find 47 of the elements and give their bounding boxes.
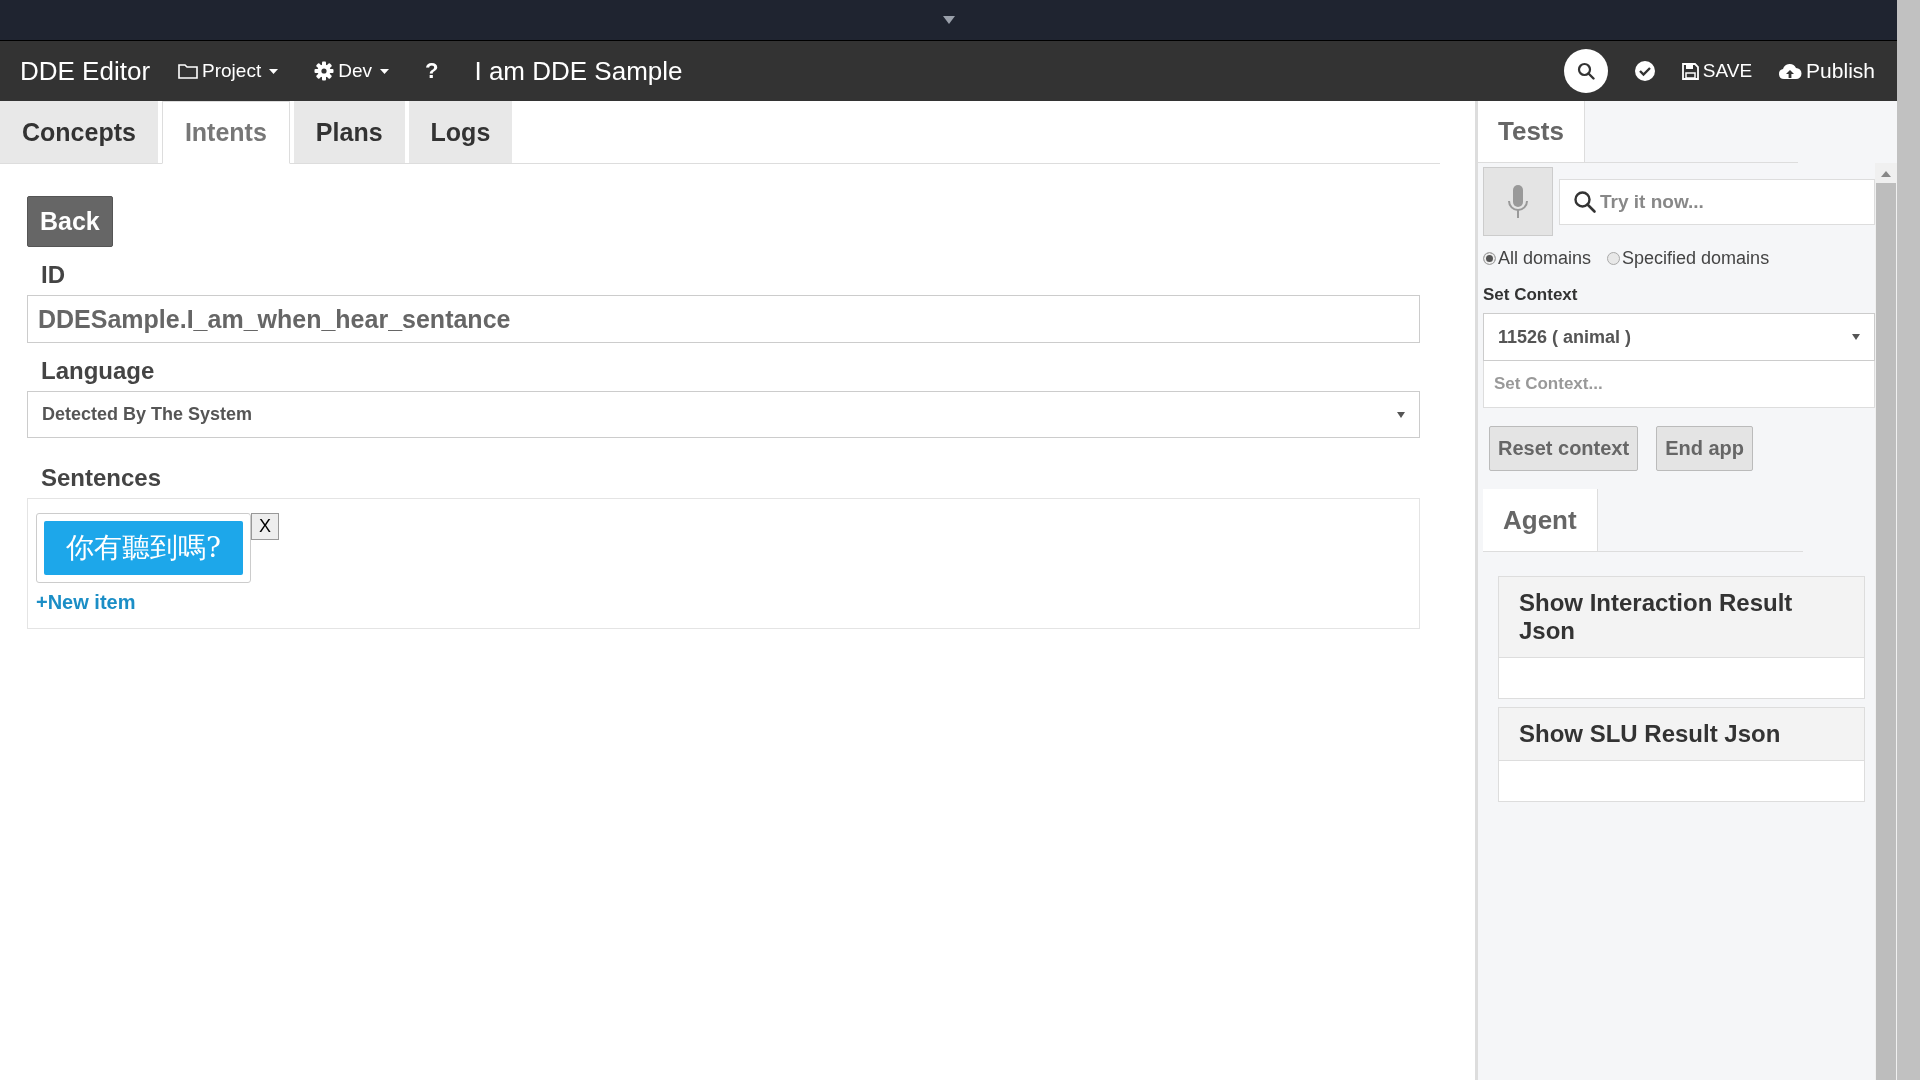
folder-icon [178, 63, 199, 79]
language-select[interactable]: Detected By The System [27, 391, 1420, 438]
tab[interactable]: Agent [1483, 489, 1598, 551]
publish-button[interactable]: Publish [1778, 59, 1875, 83]
dev-menu[interactable]: Dev [314, 60, 389, 82]
context-input[interactable]: Set Context... [1483, 361, 1875, 408]
dropdown-caret-icon [1852, 334, 1860, 340]
caret-icon[interactable] [942, 16, 955, 24]
microphone-icon [1507, 183, 1529, 220]
action-button[interactable]: End app [1656, 426, 1754, 471]
field-label: Set Context [1483, 285, 1579, 305]
panel-title[interactable]: Show Interaction Result Json [1499, 577, 1864, 658]
tab[interactable]: Tests [1478, 101, 1585, 162]
project-menu[interactable]: Project [178, 60, 279, 82]
search-icon [1573, 190, 1597, 214]
radio-label[interactable]: Specified domains [1622, 248, 1770, 269]
field-label: Language [41, 357, 155, 385]
tab[interactable]: Intents [161, 101, 290, 164]
save-button[interactable]: SAVE [1681, 60, 1753, 82]
dropdown-caret-icon [1397, 411, 1405, 418]
new-item-link[interactable]: +New item [36, 591, 1411, 614]
radio-button[interactable] [1483, 252, 1496, 265]
tab[interactable]: Plans [293, 101, 405, 163]
search-icon [1576, 62, 1595, 80]
tab[interactable]: Logs [408, 101, 513, 163]
remove-button[interactable]: X [251, 513, 280, 540]
context-select[interactable]: 11526 ( animal ) [1483, 313, 1875, 361]
panel-title[interactable]: Show SLU Result Json [1499, 708, 1864, 761]
help-button[interactable]: ? [425, 58, 439, 84]
field-label: ID [41, 261, 65, 289]
project-title: I am DDE Sample [474, 55, 683, 87]
caret-icon [269, 68, 279, 74]
gear-icon [314, 61, 335, 81]
radio-button[interactable] [1607, 252, 1621, 265]
id-field[interactable]: DDESample.I_am_when_hear_sentance [27, 295, 1420, 343]
scroll-up-arrow-icon [1881, 171, 1891, 177]
field-label: Sentences [41, 464, 162, 492]
radio-label[interactable]: All domains [1498, 248, 1592, 269]
caret-icon [380, 68, 389, 74]
check-circle-icon[interactable] [1633, 60, 1656, 82]
cloud-upload-icon [1778, 62, 1803, 80]
brand-title[interactable]: DDE Editor [20, 55, 151, 87]
action-button[interactable]: Reset context [1489, 426, 1639, 471]
search-button[interactable] [1563, 49, 1608, 93]
tab[interactable]: Concepts [0, 101, 158, 163]
back-button[interactable]: Back [27, 196, 113, 247]
search-field[interactable]: Try it now... [1559, 179, 1875, 225]
